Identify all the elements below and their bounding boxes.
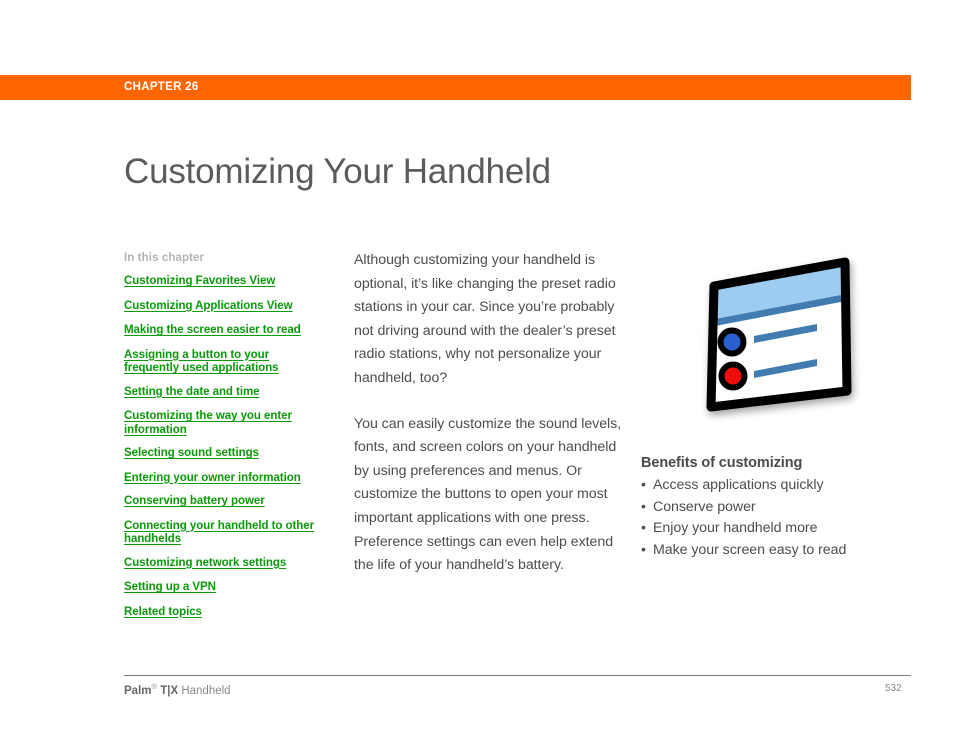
- benefits-title: Benefits of customizing: [641, 455, 803, 471]
- body-column: Although customizing your handheld is op…: [354, 249, 622, 600]
- preferences-dialog-illustration: [690, 248, 865, 423]
- footer-suffix: Handheld: [178, 684, 231, 697]
- sidebar-item-customizing-network-settings[interactable]: Customizing network settings: [124, 557, 324, 571]
- page-title: Customizing Your Handheld: [124, 152, 551, 192]
- sidebar-item-customizing-favorites-view[interactable]: Customizing Favorites View: [124, 275, 324, 289]
- radio-button-red: [718, 361, 748, 391]
- body-paragraph-1: Although customizing your handheld is op…: [354, 252, 616, 386]
- benefits-list-item: Make your screen easy to read: [641, 540, 901, 562]
- sidebar-item-selecting-sound-settings[interactable]: Selecting sound settings: [124, 447, 324, 461]
- footer-brand-name: Palm: [124, 684, 152, 697]
- sidebar-item-customizing-applications-view[interactable]: Customizing Applications View: [124, 300, 324, 314]
- benefits-list-item: Access applications quickly: [641, 475, 901, 497]
- benefits-section: Benefits of customizing Access applicati…: [641, 455, 901, 561]
- sidebar-item-assigning-a-button[interactable]: Assigning a button to your frequently us…: [124, 349, 324, 376]
- in-this-chapter-nav: In this chapter Customizing Favorites Vi…: [124, 252, 324, 630]
- sidebar-item-related-topics[interactable]: Related topics: [124, 606, 324, 620]
- sidebar-heading: In this chapter: [124, 252, 205, 264]
- sidebar-item-customizing-the-way-you-enter-information[interactable]: Customizing the way you enter informatio…: [124, 410, 324, 437]
- page-number: 532: [885, 683, 902, 694]
- sidebar-item-connecting-your-handheld-to-other-handhelds[interactable]: Connecting your handheld to other handhe…: [124, 520, 324, 547]
- card-group: [706, 257, 852, 412]
- sidebar-item-entering-your-owner-information[interactable]: Entering your owner information: [124, 472, 324, 486]
- benefits-list-item: Conserve power: [641, 497, 901, 519]
- footer-model: T|X: [157, 684, 179, 697]
- benefits-list: Access applications quickly Conserve pow…: [641, 475, 901, 561]
- document-page: CHAPTER 26 Customizing Your Handheld In …: [0, 0, 954, 738]
- radio-button-blue: [717, 327, 747, 357]
- footer-brand: Palm® T|X Handheld: [124, 682, 231, 697]
- sidebar-item-making-the-screen-easier-to-read[interactable]: Making the screen easier to read: [124, 324, 324, 338]
- body-paragraph-2: You can easily customize the sound level…: [354, 415, 622, 574]
- footer-divider: [124, 675, 911, 676]
- sidebar-item-setting-the-date-and-time[interactable]: Setting the date and time: [124, 386, 324, 400]
- benefits-list-item: Enjoy your handheld more: [641, 518, 901, 540]
- chapter-label: CHAPTER 26: [124, 81, 199, 93]
- sidebar-item-conserving-battery-power[interactable]: Conserving battery power: [124, 495, 324, 509]
- sidebar-item-setting-up-a-vpn[interactable]: Setting up a VPN: [124, 581, 324, 595]
